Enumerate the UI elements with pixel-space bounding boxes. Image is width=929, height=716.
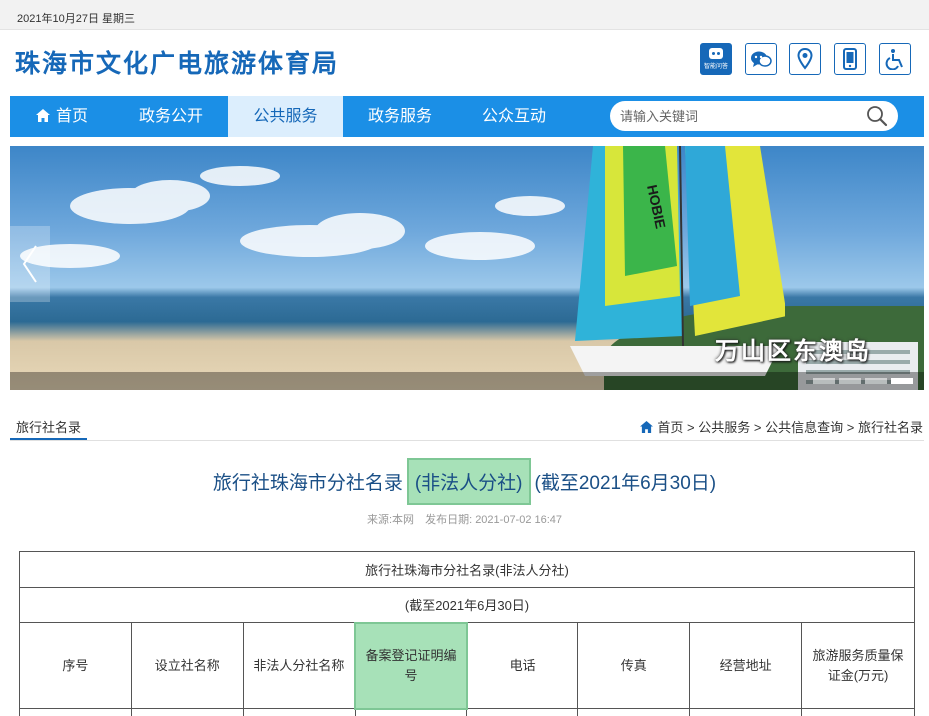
article-title: 旅行社珠海市分社名录 (非法人分社) (截至2021年6月30日) bbox=[0, 458, 929, 505]
column-header-agency-name: 设立社名称 bbox=[130, 622, 244, 709]
current-date: 2021年10月27日 星期三 bbox=[17, 13, 135, 25]
accessibility-icon[interactable] bbox=[879, 43, 911, 75]
section-divider bbox=[10, 440, 924, 441]
column-header-address: 经营地址 bbox=[689, 622, 803, 709]
column-header-registration-number: 备案登记证明编号 bbox=[354, 621, 468, 710]
breadcrumb: 首页 > 公共服务 > 公共信息查询 > 旅行社名录 bbox=[640, 417, 923, 436]
section-tab[interactable]: 旅行社名录 bbox=[10, 416, 88, 440]
breadcrumb-public-info[interactable]: 公共信息查询 bbox=[765, 420, 843, 435]
nav-item-public-services[interactable]: 公共服务 bbox=[228, 96, 343, 137]
home-icon bbox=[35, 109, 50, 122]
breadcrumb-home[interactable]: 首页 bbox=[657, 420, 683, 435]
wechat-icon[interactable] bbox=[745, 43, 777, 75]
nav-item-government-services[interactable]: 政务服务 bbox=[343, 96, 457, 137]
mobile-icon[interactable] bbox=[834, 43, 866, 75]
article-meta: 来源:本网 发布日期: 2021-07-02 16:47 bbox=[0, 511, 929, 527]
site-title[interactable]: 珠海市文化广电旅游体育局 bbox=[15, 44, 339, 80]
home-icon bbox=[640, 421, 654, 433]
smart-qa-label: 智能问答 bbox=[703, 64, 728, 70]
banner-dot-4[interactable] bbox=[891, 378, 913, 384]
top-bar: 2021年10月27日 星期三 bbox=[0, 0, 929, 30]
search-icon[interactable] bbox=[866, 105, 888, 127]
banner-caption: 万山区东澳岛 bbox=[715, 338, 871, 365]
column-header-fax: 传真 bbox=[577, 622, 691, 709]
nav-item-public-interaction[interactable]: 公众互动 bbox=[457, 96, 571, 137]
article-title-highlight: (非法人分社) bbox=[406, 458, 531, 505]
location-icon[interactable] bbox=[789, 43, 821, 75]
breadcrumb-public-services[interactable]: 公共服务 bbox=[698, 420, 750, 435]
column-header-phone: 电话 bbox=[466, 622, 579, 709]
banner-pagination bbox=[10, 372, 924, 390]
main-nav: 首页 政务公开 公共服务 政务服务 公众互动 bbox=[10, 96, 924, 137]
nav-label-home: 首页 bbox=[55, 108, 88, 125]
breadcrumb-current[interactable]: 旅行社名录 bbox=[858, 420, 923, 435]
search-box bbox=[610, 101, 898, 131]
table-header-row: 序号 设立社名称 非法人分社名称 备案登记证明编号 电话 传真 经营地址 旅游服… bbox=[19, 621, 915, 710]
article-title-date: (截至2021年6月30日) bbox=[534, 473, 717, 494]
article-publish-date: 发布日期: 2021-07-02 16:47 bbox=[425, 514, 563, 526]
column-header-index: 序号 bbox=[19, 622, 132, 709]
chevron-left-icon bbox=[22, 245, 37, 283]
banner-dot-3[interactable] bbox=[865, 378, 887, 384]
banner-dot-2[interactable] bbox=[839, 378, 861, 384]
breadcrumb-separator: > bbox=[687, 420, 695, 435]
travel-agency-table: 旅行社珠海市分社名录(非法人分社) (截至2021年6月30日) 序号 设立社名… bbox=[19, 551, 915, 716]
smart-qa-icon[interactable]: 智能问答 bbox=[700, 43, 732, 75]
column-header-deposit: 旅游服务质量保证金(万元) bbox=[801, 622, 915, 709]
banner-prev-button[interactable] bbox=[10, 226, 50, 302]
table-row bbox=[19, 708, 915, 716]
banner-carousel[interactable]: HOBIE 万山区东澳岛 bbox=[10, 146, 924, 390]
banner-dot-1[interactable] bbox=[813, 378, 835, 384]
nav-item-home[interactable]: 首页 bbox=[10, 96, 114, 137]
breadcrumb-separator: > bbox=[846, 420, 855, 435]
banner-clouds bbox=[20, 166, 565, 268]
breadcrumb-separator: > bbox=[753, 420, 762, 435]
table-caption: 旅行社珠海市分社名录(非法人分社) bbox=[19, 551, 915, 588]
article-title-main: 旅行社珠海市分社名录 bbox=[212, 473, 403, 494]
column-header-branch-name: 非法人分社名称 bbox=[242, 622, 356, 709]
search-input[interactable] bbox=[620, 106, 855, 126]
article-source: 来源:本网 bbox=[366, 514, 415, 526]
table-subcaption: (截至2021年6月30日) bbox=[19, 587, 915, 623]
nav-item-government-affairs[interactable]: 政务公开 bbox=[114, 96, 228, 137]
